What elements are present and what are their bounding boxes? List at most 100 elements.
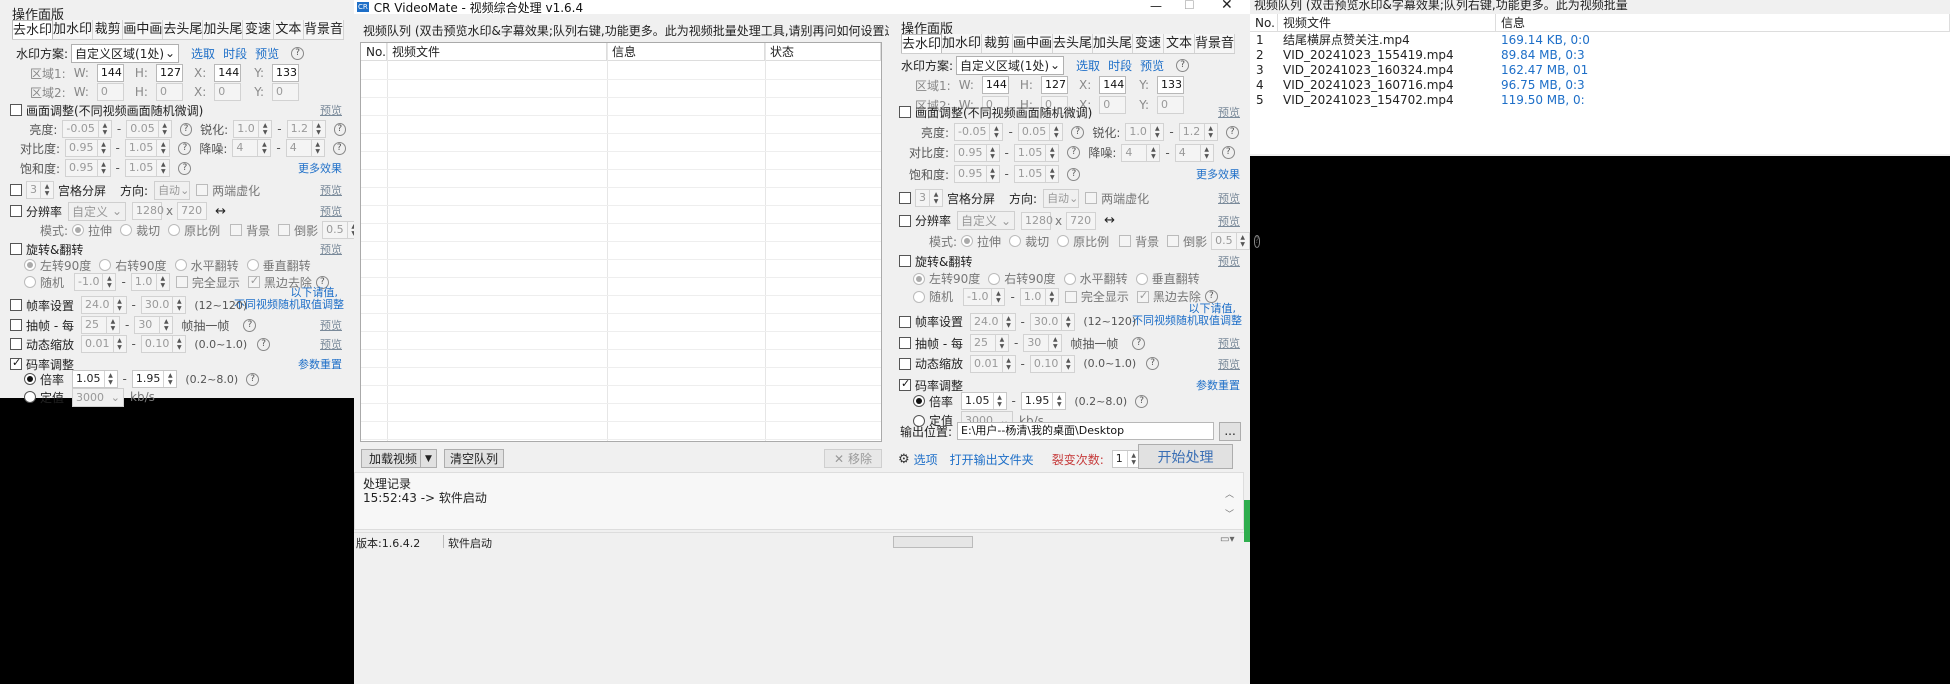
more-effects-link[interactable]: 更多效果 [1196,166,1240,182]
browse-button[interactable]: ... [1219,421,1242,441]
region1-w-input[interactable]: 144 [96,64,124,82]
bitrate-checkbox[interactable] [899,377,911,392]
help-icon[interactable]: ? [1067,146,1081,160]
region1-h-input[interactable]: 127 [155,64,183,82]
timeslot-link[interactable]: 时段 [1108,57,1132,74]
column-header-1[interactable]: 视频文件 [387,43,607,60]
value-spinner[interactable]: 0.01 ▲ ▼ [970,354,1016,373]
original-radio[interactable] [1057,235,1070,247]
value-spinner[interactable]: 1.05 ▲ ▼ [124,159,171,177]
left-tab-3[interactable]: 画中画 [123,20,164,39]
rotate-left-radio[interactable] [913,272,925,285]
preview-link[interactable]: 预览 [1218,335,1240,351]
scroll-down-icon[interactable]: ﹀ [1225,507,1234,520]
scrollbar-accent[interactable] [1244,500,1250,542]
rotate-flip-checkbox[interactable] [10,243,22,255]
rotate-right-radio[interactable] [99,259,112,271]
help-icon[interactable]: ? [1146,357,1160,371]
preview-link[interactable]: 预览 [1218,213,1240,229]
left-tab-4[interactable]: 去头尾 [163,20,204,39]
help-icon[interactable]: ? [178,141,192,155]
resolution-select[interactable]: 自定义 ⌄ [957,211,1016,231]
region2-y-input[interactable]: 0 [272,83,300,101]
fps-checkbox[interactable] [899,315,911,328]
main-tab-4[interactable]: 去头尾 [1053,34,1094,53]
region2-h-input[interactable]: 0 [155,83,183,101]
preview-link[interactable]: 预览 [1218,190,1240,206]
output-path-input[interactable]: E:\用户--杨清\我的桌面\Desktop [957,422,1215,440]
help-icon[interactable]: ? [179,122,193,136]
original-radio[interactable] [168,224,181,236]
value-spinner[interactable]: 1.2 ▲ ▼ [286,120,326,138]
options-link[interactable]: 选项 [914,451,938,468]
value-spinner[interactable]: 24.0 ▲ ▼ [970,312,1016,331]
rotate-left-radio[interactable] [24,259,36,271]
left-tab-0[interactable]: 去水印 [12,20,54,39]
frame-drop-checkbox[interactable] [10,319,22,331]
background-checkbox[interactable] [230,224,243,236]
region1-w-input[interactable]: 144 [981,76,1009,94]
preview-link[interactable]: 预览 [320,336,342,352]
timeslot-link[interactable]: 时段 [223,45,247,62]
right-column-header-2[interactable]: 信息 [1496,14,1950,31]
picture-adjust-checkbox[interactable] [10,104,22,116]
region1-x-input[interactable]: 144 [214,64,242,82]
value-spinner[interactable]: 4 ▲ ▼ [1174,143,1214,162]
value-spinner[interactable]: -0.05 ▲ ▼ [62,120,112,138]
resolution-checkbox[interactable] [10,205,22,217]
main-tab-3[interactable]: 画中画 [1013,34,1054,53]
value-spinner[interactable]: 24.0 ▲ ▼ [81,296,127,314]
left-tab-6[interactable]: 变速 [243,20,274,39]
res-width-input[interactable]: 1280 [1021,211,1053,230]
blur-edges-checkbox[interactable] [1085,192,1098,204]
right-column-header-1[interactable]: 视频文件 [1278,14,1496,31]
value-spinner[interactable]: 30.0 ▲ ▼ [1029,312,1076,331]
value-spinner[interactable]: 25 ▲ ▼ [969,334,1009,353]
region1-y-input[interactable]: 133 [272,64,300,82]
maximize-icon[interactable]: ☐ [1184,0,1195,12]
value-spinner[interactable]: 1.2 ▲ ▼ [1178,123,1218,142]
dyn-zoom-checkbox[interactable] [899,357,911,370]
watermark-scheme-select[interactable]: 自定义区域(1处) ⌄ [956,55,1065,75]
res-height-input[interactable]: 720 [177,202,208,220]
preview-link[interactable]: 预览 [1218,104,1240,120]
value-spinner[interactable]: 1.05 ▲ ▼ [1013,165,1060,184]
value-spinner[interactable]: 30 ▲ ▼ [134,316,174,334]
swap-icon[interactable]: ↔ [215,204,226,219]
swap-icon[interactable]: ↔ [1104,213,1115,228]
column-header-3[interactable]: 状态 [765,43,881,60]
help-icon[interactable]: ? [246,372,260,386]
frame-drop-checkbox[interactable] [899,337,911,350]
value-spinner[interactable]: 0.95 ▲ ▼ [65,159,111,177]
close-icon[interactable]: ✕ [1221,0,1233,13]
table-row[interactable]: 3 VID_20241023_160324.mp4 162.47 MB, 01 [1250,62,1950,77]
pick-link[interactable]: 选取 [1076,57,1100,74]
value-spinner[interactable]: -0.05 ▲ ▼ [954,123,1004,142]
value-spinner[interactable]: 0.10 ▲ ▼ [1029,354,1076,373]
fission-spinner[interactable]: 1 ▲ ▼ [1111,450,1141,468]
value-spinner[interactable]: 25 ▲ ▼ [80,316,120,334]
value-spinner[interactable]: 1.05 ▲ ▼ [1013,143,1060,162]
region1-x-input[interactable]: 144 [1099,76,1127,94]
value-spinner[interactable]: 30 ▲ ▼ [1023,334,1063,353]
main-tab-5[interactable]: 加头尾 [1093,34,1134,53]
left-tab-5[interactable]: 加头尾 [203,20,244,39]
help-icon[interactable]: ? [332,141,346,155]
gear-icon[interactable]: ⚙ [898,452,910,467]
res-height-input[interactable]: 720 [1066,211,1097,230]
right-column-header-0[interactable]: No. [1250,14,1278,31]
help-icon[interactable]: ? [1135,394,1149,408]
value-spinner[interactable]: 1.95 ▲ ▼ [1020,392,1067,411]
value-spinner[interactable]: 1.05 ▲ ▼ [961,392,1007,411]
table-row[interactable]: 1 结尾横屏点赞关注.mp4 169.14 KB, 0:0 [1250,32,1950,48]
picture-adjust-checkbox[interactable] [899,106,911,118]
table-row[interactable]: 2 VID_20241023_155419.mp4 89.84 MB, 0:3 [1250,47,1950,62]
preview-link[interactable]: 预览 [320,102,342,118]
main-tab-2[interactable]: 裁剪 [982,34,1013,53]
stretch-radio[interactable] [72,224,85,236]
fps-checkbox[interactable] [10,299,22,311]
resolution-select[interactable]: 自定义 ⌄ [68,201,127,221]
help-icon[interactable]: ? [1176,58,1190,72]
reflection-checkbox[interactable] [1167,235,1180,247]
scroll-up-icon[interactable]: ︿ [1225,487,1234,500]
